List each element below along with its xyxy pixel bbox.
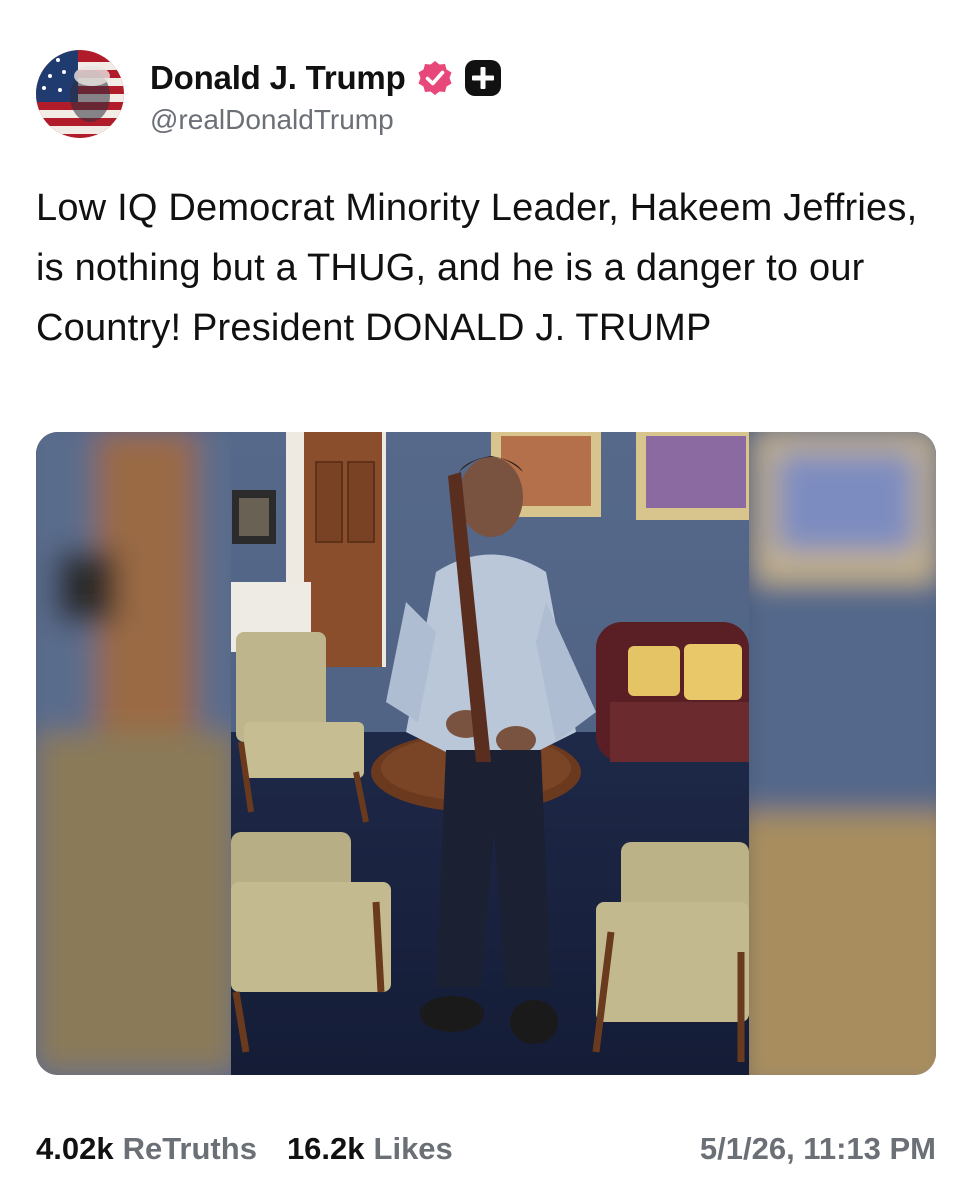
post-text: Low IQ Democrat Minority Leader, Hakeem … [36,187,918,349]
post-timestamp[interactable]: 5/1/26, 11:13 PM [700,1131,936,1167]
retruths-stat[interactable]: 4.02k ReTruths [36,1131,257,1167]
plus-badge-icon[interactable] [464,59,502,97]
verified-badge-icon [416,59,454,97]
retruths-label: ReTruths [122,1131,257,1166]
blurred-left-panel [36,432,256,1075]
center-photo [231,432,749,1075]
flag-portrait-avatar-icon [36,50,124,138]
retruths-count: 4.02k [36,1131,114,1166]
office-photo-image [36,432,936,1075]
likes-count: 16.2k [286,1131,365,1166]
author-avatar[interactable] [36,50,124,138]
author-display-name[interactable]: Donald J. Trump [150,59,406,97]
likes-label: Likes [373,1131,453,1166]
blurred-right-panel [736,432,936,1075]
author-handle[interactable]: @realDonaldTrump [150,104,394,136]
post-footer: 4.02k ReTruths 16.2k Likes 5/1/26, 11:13… [36,1126,936,1172]
author-name-row: Donald J. Trump [150,56,502,100]
truth-post: Donald J. Trump @realDonaldTrump Low IQ … [0,0,972,1200]
post-media-image[interactable] [36,432,936,1075]
likes-stat[interactable]: 16.2k Likes [287,1131,453,1167]
